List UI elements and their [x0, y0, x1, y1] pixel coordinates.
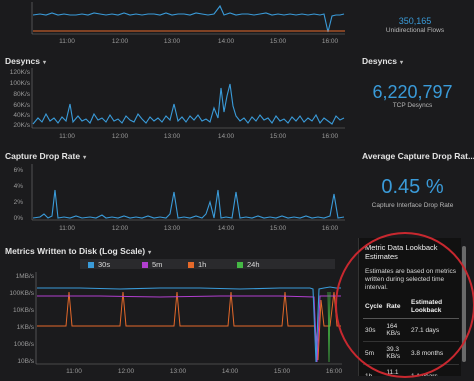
- flows-stat-label: Unidirectional Flows: [385, 27, 445, 34]
- capture-drop-xtick: 12:00: [112, 225, 129, 232]
- legend-label: 5m: [152, 260, 163, 269]
- capture-drop-panel: 6% 4% 2% 0% 11:00 12:00 13:00 14:00 15:0…: [0, 162, 350, 238]
- metrics-xtick: 15:00: [274, 368, 291, 375]
- chevron-down-icon: ▾: [148, 250, 152, 256]
- capture-drop-ytick: 2%: [14, 199, 24, 206]
- flows-xtick: 11:00: [59, 38, 75, 45]
- desyncs-ytick: 40K/s: [13, 112, 30, 119]
- flows-xtick: 14:00: [218, 38, 235, 45]
- desyncs-ytick: 80K/s: [13, 91, 30, 98]
- capture-drop-ytick: 0%: [14, 215, 24, 222]
- metrics-written-title[interactable]: Metrics Written to Disk (Log Scale) ▾: [5, 246, 151, 256]
- metrics-legend: 30s 5m 1h 24h: [80, 259, 335, 269]
- legend-item-30s[interactable]: 30s: [88, 260, 110, 269]
- chevron-down-icon: ▾: [399, 60, 403, 66]
- capture-drop-series-line: [32, 189, 345, 219]
- desyncs-ytick: 60K/s: [13, 102, 30, 109]
- legend-label: 24h: [247, 260, 260, 269]
- legend-item-1h[interactable]: 1h: [188, 260, 206, 269]
- legend-item-24h[interactable]: 24h: [237, 260, 260, 269]
- desyncs-xtick: 12:00: [112, 133, 129, 140]
- capture-drop-xtick: 11:00: [59, 225, 75, 232]
- desyncs-series-line: [32, 83, 345, 125]
- metrics-ytick: 1KB/s: [17, 324, 35, 331]
- legend-swatch: [237, 261, 243, 268]
- series-30s-line: [37, 286, 341, 363]
- series-1h-line: [37, 291, 341, 361]
- desyncs-chart: 120K/s 100K/s 80K/s 60K/s 40K/s 20K/s 11…: [10, 68, 345, 140]
- legend-swatch: [88, 261, 94, 268]
- capture-drop-xtick: 13:00: [164, 225, 181, 232]
- desyncs-stat-title-text: Desyncs: [362, 56, 397, 66]
- metrics-written-panel: 1MB/s 100KB/s 10KB/s 1KB/s 100B/s 10B/s …: [0, 270, 350, 376]
- metrics-xtick: 14:00: [222, 368, 239, 375]
- desyncs-xtick: 16:00: [322, 133, 339, 140]
- capture-drop-ytick: 4%: [14, 183, 24, 190]
- desyncs-xtick: 14:00: [218, 133, 235, 140]
- desyncs-title-text: Desyncs: [5, 56, 40, 66]
- legend-item-5m[interactable]: 5m: [142, 260, 162, 269]
- capture-drop-title[interactable]: Capture Drop Rate ▾: [5, 151, 86, 161]
- flows-xtick: 12:00: [112, 38, 129, 45]
- legend-label: 1h: [198, 260, 207, 269]
- flows-xtick: 15:00: [270, 38, 287, 45]
- flows-series-line: [32, 4, 345, 33]
- flows-xtick: 16:00: [322, 38, 339, 45]
- metrics-xtick: 12:00: [118, 368, 135, 375]
- chevron-down-icon: ▾: [83, 155, 87, 161]
- metrics-xtick: 11:00: [66, 368, 82, 375]
- avg-capture-drop-title-text: Average Capture Drop Rat...: [362, 151, 474, 161]
- desyncs-stat-value: 6,220,797: [372, 82, 453, 102]
- desyncs-xtick: 15:00: [270, 133, 287, 140]
- metrics-written-chart: 1MB/s 100KB/s 10KB/s 1KB/s 100B/s 10B/s …: [9, 272, 343, 375]
- series-5m-line: [37, 295, 341, 363]
- capture-drop-stat-label: Capture Interface Drop Rate: [371, 202, 454, 209]
- metrics-ytick: 1MB/s: [16, 273, 35, 280]
- annotation-circle: [335, 232, 474, 378]
- legend-swatch: [188, 261, 194, 268]
- capture-drop-xtick: 14:00: [218, 225, 235, 232]
- desyncs-stat-label: TCP Desyncs: [392, 102, 433, 109]
- metrics-written-title-text: Metrics Written to Disk (Log Scale): [5, 246, 146, 256]
- metrics-ytick: 100KB/s: [9, 290, 34, 297]
- flows-chart: 11:00 12:00 13:00 14:00 15:00 16:00: [31, 2, 345, 45]
- desyncs-title[interactable]: Desyncs ▾: [5, 56, 46, 66]
- capture-drop-xtick: 15:00: [270, 225, 287, 232]
- desyncs-ytick: 20K/s: [13, 122, 30, 129]
- capture-drop-title-text: Capture Drop Rate: [5, 151, 81, 161]
- flows-stat-value: 350,165: [398, 16, 432, 26]
- metrics-ytick: 10KB/s: [13, 307, 35, 314]
- desyncs-xtick: 11:00: [59, 133, 75, 140]
- desyncs-stat-title[interactable]: Desyncs ▾: [362, 56, 403, 66]
- desyncs-panel: 120K/s 100K/s 80K/s 60K/s 40K/s 20K/s 11…: [0, 66, 350, 146]
- avg-capture-drop-title[interactable]: Average Capture Drop Rat...▾: [362, 151, 474, 161]
- flows-panel: 11:00 12:00 13:00 14:00 15:00 16:00: [0, 0, 350, 52]
- flows-xtick: 13:00: [164, 38, 181, 45]
- capture-drop-xtick: 16:00: [322, 225, 339, 232]
- legend-label: 30s: [98, 260, 111, 269]
- metrics-xtick: 13:00: [170, 368, 187, 375]
- metrics-ytick: 100B/s: [14, 341, 35, 348]
- desyncs-xtick: 13:00: [164, 133, 181, 140]
- capture-drop-stat-value: 0.45 %: [381, 176, 444, 198]
- metrics-xtick: 16:00: [326, 368, 343, 375]
- capture-drop-ytick: 6%: [14, 167, 24, 174]
- desyncs-ytick: 100K/s: [10, 80, 31, 87]
- desyncs-ytick: 120K/s: [10, 69, 31, 76]
- metrics-ytick: 10B/s: [17, 358, 34, 365]
- series-24h-line: [327, 291, 331, 363]
- capture-drop-chart: 6% 4% 2% 0% 11:00 12:00 13:00 14:00 15:0…: [14, 164, 345, 232]
- legend-swatch: [142, 261, 148, 268]
